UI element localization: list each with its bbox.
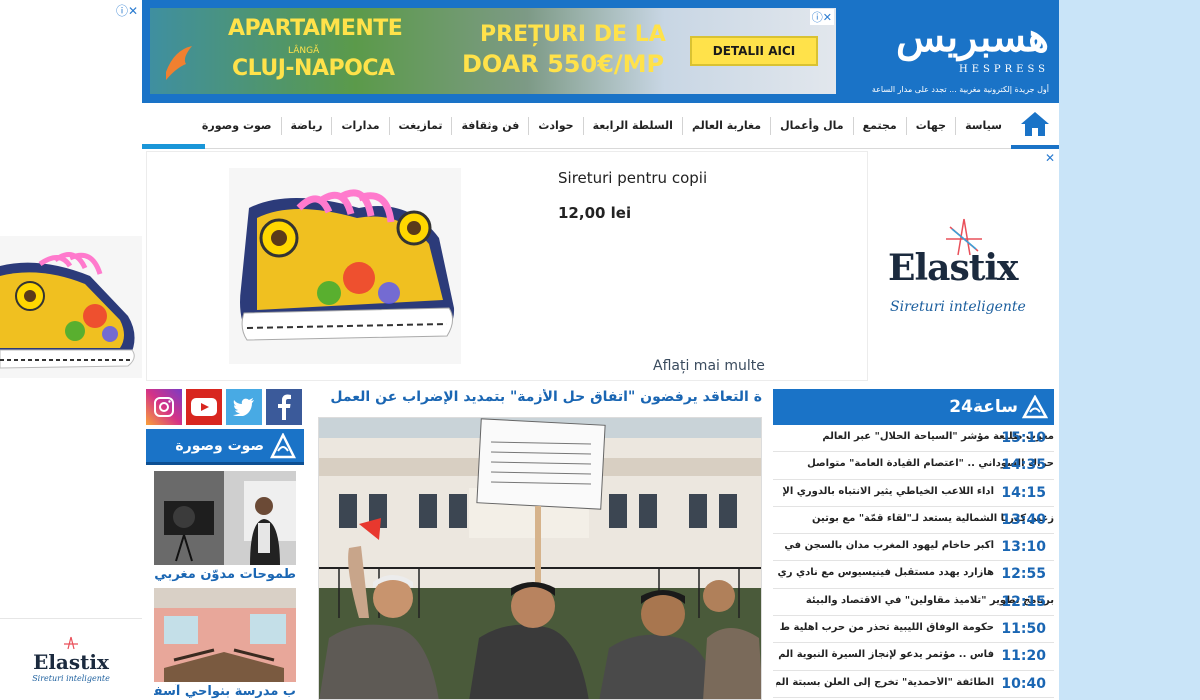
news-time: 12:55 [1001,566,1046,583]
hespress-logo-icon [270,432,296,458]
instagram-icon [154,397,174,417]
featured-article-image[interactable] [318,417,762,700]
product-price: 12,00 lei [558,204,632,222]
news-headline[interactable]: أكبر حاخام ليهود المغرب مدان بالسجن في [776,540,994,551]
news-time: 12:15 [1001,593,1046,610]
ad-line-4: PREȚURI DE LA [480,22,666,47]
main-column: APARTAMENTE LÂNGĂ CLUJ-NAPOCA PREȚURI DE… [142,0,1059,700]
news-headline[interactable]: هازارد يهدد مستقبل فينيسيوس مع نادي ري [776,567,994,578]
audio-video-section-title: صوت وصورة [175,437,264,454]
left-ad-shoe-image[interactable] [0,236,142,378]
left-ad-brand-logo[interactable]: Elastix Sireturi inteligente [0,618,142,700]
left-ad-brand-tagline: Sireturi inteligente [32,674,110,683]
latest-news-title: 24ساعة [949,397,1018,417]
brand-ad-name: Elastix [888,247,1018,289]
ad-line-3: CLUJ-NAPOCA [232,56,395,81]
news-item[interactable]: أداء اللاعب الخياطي يثير الانتباه بالدور… [773,480,1054,507]
brand-ad[interactable]: ✕ Elastix Sireturi inteligente [868,151,1059,381]
facebook-button[interactable] [266,389,302,425]
site-header: APARTAMENTE LÂNGĂ CLUJ-NAPOCA PREȚURI DE… [142,0,1059,103]
news-item[interactable]: فاس .. مؤتمر يدعو لإنجاز السيرة النبوية … [773,643,1054,671]
brand-ad-close-icon[interactable]: ✕ [1045,151,1055,165]
home-button[interactable] [1011,103,1059,149]
news-headline[interactable]: فاس .. مؤتمر يدعو لإنجاز السيرة النبوية … [776,649,994,660]
video-title[interactable]: ب مدرسة بنواحي آسفي [154,684,296,699]
nav-item-sports[interactable]: رياضة [280,117,332,135]
news-headline[interactable]: الطائفة "الأحمدية" تخرج إلى العلن بسبتة … [776,677,994,688]
news-time: 11:50 [1001,621,1046,638]
nav-item-incidents[interactable]: حوادث [528,117,582,135]
nav-item-fourth-power[interactable]: السلطة الرابعة [582,117,682,135]
news-time: 13:40 [1001,511,1046,528]
product-title[interactable]: Sireturi pentru copii [558,169,707,187]
nav-active-indicator [142,144,205,149]
news-headline[interactable]: أداء اللاعب الخياطي يثير الانتباه بالدور… [776,486,994,497]
header-ad-banner[interactable]: APARTAMENTE LÂNGĂ CLUJ-NAPOCA PREȚURI DE… [150,8,836,94]
nav-item-economy[interactable]: مال وأعمال [770,117,853,135]
news-item[interactable]: هازارد يهدد مستقبل فينيسيوس مع نادي ري 12… [773,561,1054,589]
left-ad-brand-name: Elastix [33,650,109,674]
youtube-button[interactable] [186,389,222,425]
nav-item-society[interactable]: مجتمع [852,117,906,135]
news-item[interactable]: حكومة الوفاق الليبية تحذر من حرب أهلية ط… [773,616,1054,644]
news-headline[interactable]: حكومة الوفاق الليبية تحذر من حرب أهلية ط [776,622,994,633]
news-time: 10:40 [1001,675,1046,692]
news-item[interactable]: مغرب طليعة مؤشر "السياحة الحلال" عبر الع… [773,425,1054,453]
news-time: 13:10 [1001,539,1046,556]
social-links [146,389,304,425]
nav-item-tamazight[interactable]: تمازيغت [388,117,452,135]
site-logo-latin: HESPRESS [959,64,1049,75]
elastix-star-icon [64,636,78,650]
ad-line-5: DOAR 550€/MP [462,50,665,78]
twitter-button[interactable] [226,389,262,425]
latest-news-widget: 24ساعة مغرب طليعة مؤشر "السياحة الحلال" … [773,389,1054,700]
featured-article[interactable]: ة التعاقد يرفضون "اتفاق حل الأزمة" بتمدي… [318,389,762,700]
adchoices-icon[interactable]: ⓘ✕ [116,2,138,19]
left-skyscraper-ad[interactable]: ⓘ✕ Elastix Sireturi inteligente [0,0,142,700]
video-thumbnail[interactable] [154,471,296,565]
main-navigation: سياسة جهات مجتمع مال وأعمال مغاربة العال… [142,103,1059,149]
audio-video-section-header[interactable]: صوت وصورة [146,429,304,465]
news-time: 14:15 [1001,484,1046,501]
twitter-icon [233,398,254,416]
news-time: 14:35 [1001,457,1046,474]
video-card[interactable]: ب مدرسة بنواحي آسفي [154,588,296,699]
news-time: 15:10 [1001,430,1046,446]
learn-more-link[interactable]: Aflați mai multe [653,358,765,374]
ad-line-2: LÂNGĂ [288,46,320,56]
nav-menu: سياسة جهات مجتمع مال وأعمال مغاربة العال… [193,103,1011,149]
news-item[interactable]: برنامج تطوير "تلاميذ مقاولين" في الاقتصا… [773,589,1054,617]
sidebar-left: صوت وصورة طموحات مدوّن مغربي ب مدرسة بنو… [146,389,304,700]
video-thumbnail[interactable] [154,588,296,682]
video-card[interactable]: طموحات مدوّن مغربي [154,471,296,582]
nav-item-diaspora[interactable]: مغاربة العالم [681,117,770,135]
nav-item-audio-video[interactable]: صوت وصورة [193,117,281,135]
featured-article-headline[interactable]: ة التعاقد يرفضون "اتفاق حل الأزمة" بتمدي… [318,389,762,413]
facebook-icon [278,394,291,420]
latest-news-header[interactable]: 24ساعة [773,389,1054,425]
site-logo-arabic[interactable]: هسبريس [859,14,1049,62]
nav-item-regions[interactable]: جهات [905,117,955,135]
ad-details-button[interactable]: DETALII AICI [690,36,818,66]
site-tagline: أول جريدة إلكترونية مغربية ... تجدد على … [871,85,1049,94]
news-item[interactable]: أكبر حاخام ليهود المغرب مدان بالسجن في 13… [773,534,1054,562]
news-item[interactable]: زعيم كوريا الشمالية يستعد لـ"لقاء قمّة" … [773,507,1054,535]
product-shoe-image[interactable] [229,168,461,364]
nav-item-culture[interactable]: فن وثقافة [451,117,528,135]
instagram-button[interactable] [146,389,182,425]
nav-item-orbits[interactable]: مدارات [331,117,388,135]
ad-line-1: APARTAMENTE [228,16,403,41]
news-item[interactable]: الطائفة "الأحمدية" تخرج إلى العلن بسبتة … [773,671,1054,698]
brand-ad-tagline: Sireturi inteligente [890,299,1026,315]
video-title[interactable]: طموحات مدوّن مغربي [154,567,296,582]
hespress-logo-icon [1022,395,1048,419]
youtube-icon [191,398,217,416]
home-icon [1021,112,1049,136]
news-time: 11:20 [1001,648,1046,665]
ad-bird-logo-icon [166,46,192,80]
news-item[interactable]: حراك السوداني .. "اعتصام القيادة العامة"… [773,452,1054,480]
ad-close-icon[interactable]: ⓘ✕ [809,9,834,25]
product-ad[interactable]: Sireturi pentru copii 12,00 lei Aflați m… [146,151,868,381]
nav-item-politics[interactable]: سياسة [955,117,1011,135]
